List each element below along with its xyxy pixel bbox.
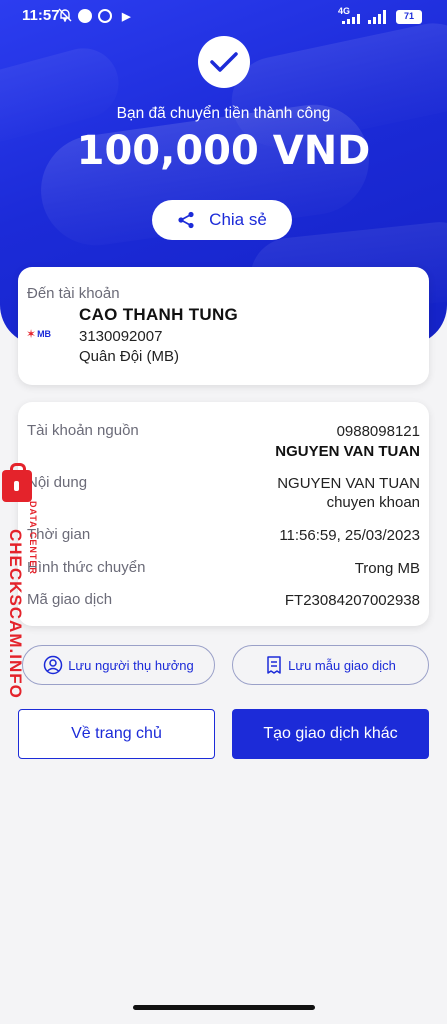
home-button[interactable]: Về trang chủ: [18, 709, 215, 759]
share-button[interactable]: Chia sẻ: [152, 200, 292, 240]
time-value: 11:56:59, 25/03/2023: [279, 527, 420, 544]
method-label: Hình thức chuyển: [27, 559, 146, 576]
status-time: 11:57: [22, 7, 60, 24]
user-circle-icon: [43, 655, 63, 675]
source-account-label: Tài khoản nguồn: [27, 422, 139, 439]
signal-icon-2: [368, 10, 386, 24]
receipt-icon: [267, 656, 281, 674]
destination-card: Đến tài khoản ✶ MB CAO THANH TUNG 313009…: [18, 267, 429, 385]
save-template-button[interactable]: Lưu mẫu giao dịch: [232, 645, 429, 685]
destination-label: Đến tài khoản: [27, 285, 120, 302]
play-icon: ▶: [122, 11, 131, 23]
method-value: Trong MB: [354, 560, 420, 577]
source-account-name: NGUYEN VAN TUAN: [275, 443, 420, 460]
transfer-amount: 100,000 VND: [76, 128, 371, 174]
battery-icon: 71: [396, 10, 422, 24]
recipient-bank: Quân Đội (MB): [79, 348, 180, 365]
transaction-details-card: Tài khoản nguồn 0988098121 NGUYEN VAN TU…: [18, 402, 429, 626]
app-notification-icon: [98, 9, 112, 23]
content-line-2: chuyen khoan: [326, 494, 420, 511]
mb-bank-logo: ✶ MB: [26, 327, 52, 341]
success-check-icon: [198, 36, 250, 88]
success-message: Bạn đã chuyển tiền thành công: [116, 105, 331, 122]
content-line-1: NGUYEN VAN TUAN: [277, 475, 420, 492]
source-account-number: 0988098121: [336, 423, 420, 440]
watermark-subtext: DATA CENTER: [28, 501, 38, 575]
share-label: Chia sẻ: [209, 210, 267, 229]
content-label: Nội dung: [27, 474, 88, 491]
transaction-id-label: Mã giao dịch: [27, 591, 113, 608]
new-transaction-button[interactable]: Tạo giao dịch khác: [232, 709, 429, 759]
recipient-account: 3130092007: [79, 328, 163, 345]
status-bar: 11:57 ▶ 4G 71: [0, 0, 447, 32]
transaction-id-value: FT23084207002938: [284, 592, 420, 609]
bell-muted-icon: [58, 8, 72, 26]
home-indicator[interactable]: [133, 1005, 315, 1010]
recipient-name: CAO THANH TUNG: [79, 305, 239, 324]
save-template-label: Lưu mẫu giao dịch: [288, 657, 396, 673]
save-recipient-label: Lưu người thụ hưởng: [68, 657, 194, 673]
notification-dot-icon: [78, 9, 92, 23]
save-recipient-button[interactable]: Lưu người thụ hưởng: [22, 645, 215, 685]
share-icon: [178, 211, 194, 229]
mb-star-icon: ✶: [26, 327, 37, 341]
signal-icon: [342, 14, 360, 24]
lock-icon: [2, 463, 32, 502]
